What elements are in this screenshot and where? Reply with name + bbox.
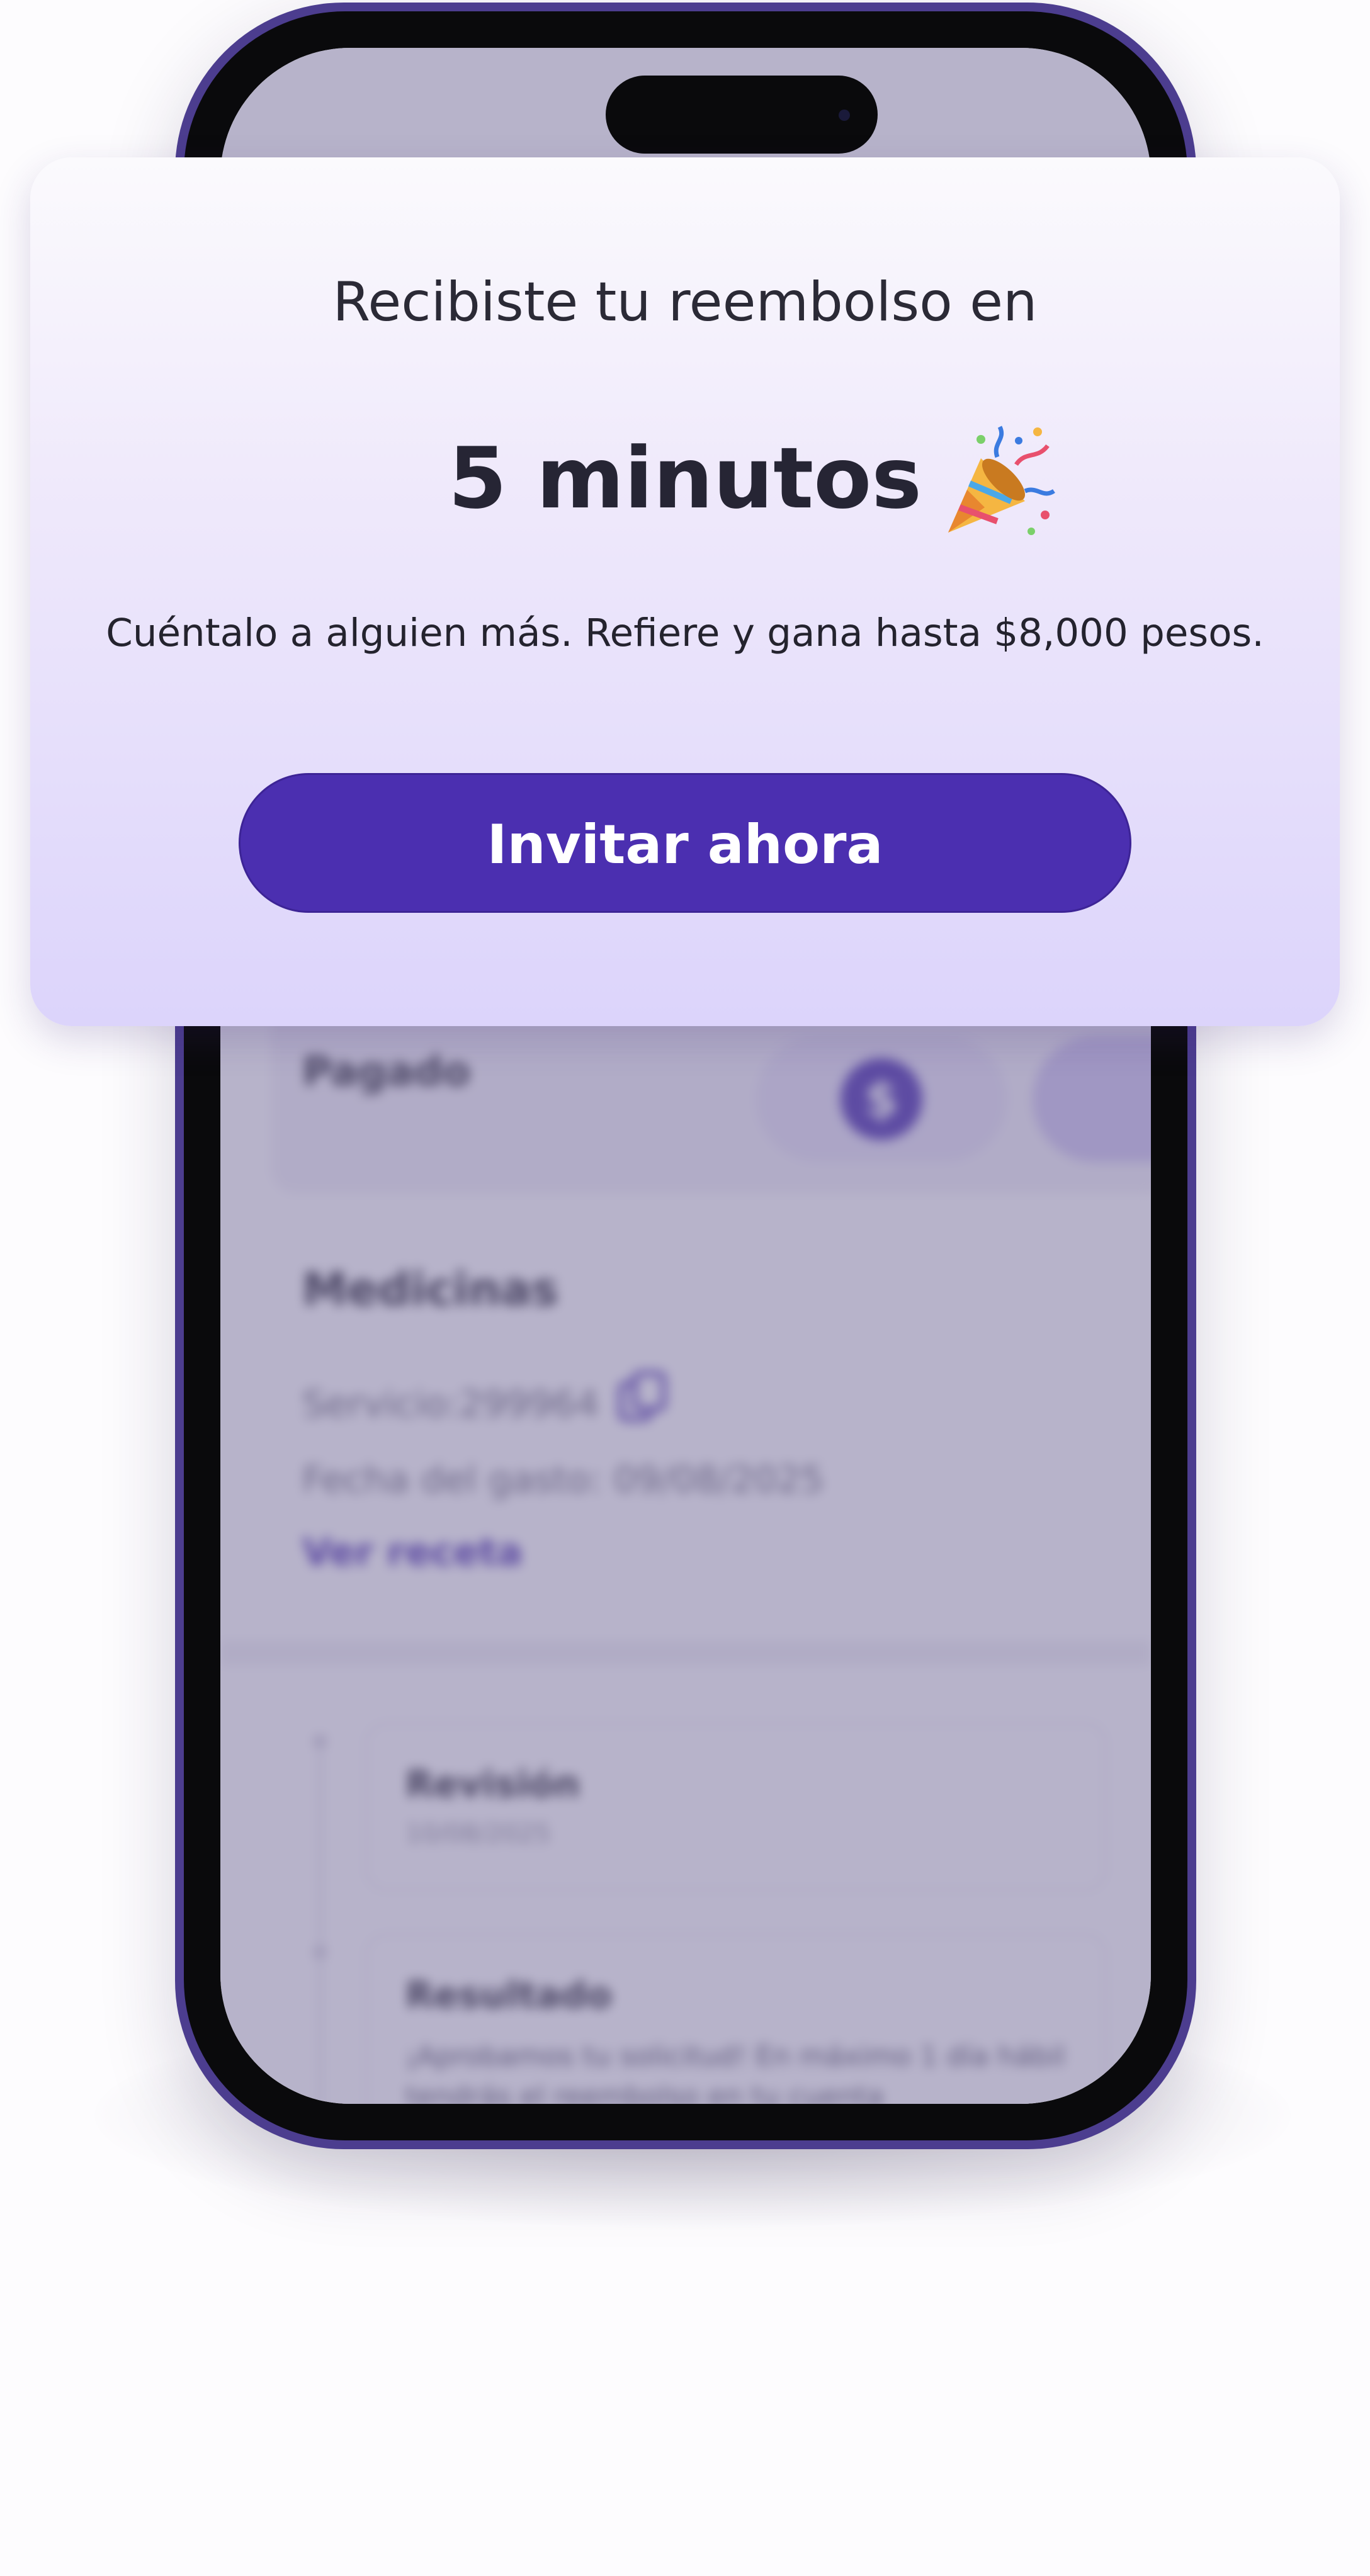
popup-title: Recibiste tu reembolso en — [332, 271, 1038, 334]
dynamic-island — [606, 76, 878, 154]
popup-headline: 5 minutos — [448, 429, 922, 528]
referral-popup: Recibiste tu reembolso en 5 minutos Cuén… — [30, 157, 1340, 1026]
popup-headline-row: 5 minutos — [30, 426, 1340, 535]
popup-body: Cuéntalo a alguien más. Refiere y gana h… — [106, 611, 1264, 655]
party-popper-icon — [948, 426, 1055, 535]
invite-now-button[interactable]: Invitar ahora — [239, 773, 1131, 913]
camera-icon — [839, 110, 850, 121]
